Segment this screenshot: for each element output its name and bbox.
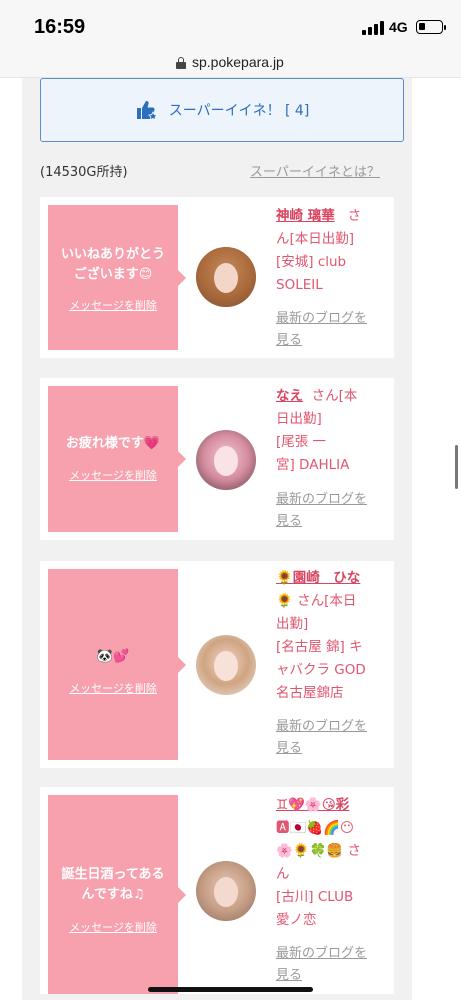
delete-message-link[interactable]: メッセージを削除: [48, 680, 178, 696]
latest-blog-link[interactable]: 最新のブログを 見る: [276, 308, 388, 352]
cast-name-link[interactable]: なえ: [276, 388, 303, 404]
super-like-button[interactable]: スーパーイイネ！ [ 4]: [40, 78, 404, 142]
message-line: 誕生日酒ってある: [61, 867, 165, 882]
delete-message-link[interactable]: メッセージを削除: [48, 467, 178, 483]
status-bar: 16:59 4G: [0, 0, 461, 48]
cast-info: 🌻園崎 ひな 🌻 さん[本日 出勤] [名古屋 錦] キ ャバクラ GOD 名古…: [276, 570, 366, 701]
cast-info: 神崎 璃華 さ ん[本日出勤] [安城] club SOLEIL: [276, 208, 362, 293]
message-line: ございます😊: [73, 267, 153, 282]
message-text: 🐼💕: [48, 647, 178, 667]
latest-blog-link[interactable]: 最新のブログを 見る: [276, 716, 388, 760]
thumbs-up-star-icon: [135, 99, 159, 121]
message-box: 誕生日酒ってある んですね♫ メッセージを削除: [48, 795, 186, 994]
cast-info: なえ さん[本 日出勤] [尾張 一 宮] DAHLIA: [276, 388, 358, 473]
avatar[interactable]: [196, 861, 256, 921]
cast-name-link[interactable]: 神崎 璃華: [276, 208, 335, 224]
message-box: いいねありがとう ございます😊 メッセージを削除: [48, 205, 186, 350]
home-indicator[interactable]: [148, 987, 313, 992]
avatar[interactable]: [196, 635, 256, 695]
status-time: 16:59: [34, 16, 86, 38]
like-card: 🐼💕 メッセージを削除 🌻園崎 ひな 🌻 さん[本日 出勤] [名古屋 錦] キ…: [40, 561, 394, 768]
lock-icon: [176, 57, 186, 69]
message-text: いいねありがとう ございます😊: [48, 245, 178, 285]
latest-blog-link[interactable]: 最新のブログを 見る: [276, 943, 388, 987]
message-box: 🐼💕 メッセージを削除: [48, 569, 186, 760]
super-like-help-link[interactable]: スーパーイイネとは？: [250, 161, 380, 180]
delete-message-link[interactable]: メッセージを削除: [48, 919, 178, 935]
like-card: いいねありがとう ございます😊 メッセージを削除 神崎 璃華 さ ん[本日出勤]…: [40, 197, 394, 358]
signal-icon: [362, 21, 384, 35]
message-line: お疲れ様です💗: [65, 436, 161, 451]
cast-info: ♊💖🌸😘彩 🅰🇯🇵🍓🌈😶 🌸🌻🍀🍔 さ ん [古川] CLUB 愛ノ恋: [276, 797, 362, 928]
scrollbar[interactable]: [455, 445, 458, 489]
message-line: 🐼💕: [96, 649, 130, 664]
cast-name-link[interactable]: 🌻園崎 ひな: [276, 570, 360, 586]
message-line: いいねありがとう: [60, 247, 165, 262]
message-text: 誕生日酒ってある んですね♫: [48, 865, 178, 905]
super-like-label: スーパーイイネ！ [ 4]: [168, 103, 310, 119]
network-type: 4G: [389, 19, 408, 35]
like-card: お疲れ様です💗 メッセージを削除 なえ さん[本 日出勤] [尾張 一 宮] D…: [40, 378, 394, 540]
url-bar[interactable]: sp.pokepara.jp: [0, 48, 461, 78]
cast-name-link[interactable]: ♊💖🌸😘彩: [276, 797, 349, 813]
message-text: お疲れ様です💗: [48, 434, 178, 454]
like-card: 誕生日酒ってある んですね♫ メッセージを削除 ♊💖🌸😘彩 🅰🇯🇵🍓🌈😶 🌸🌻🍀…: [40, 787, 394, 994]
battery-icon: [416, 20, 446, 34]
message-box: お疲れ様です💗 メッセージを削除: [48, 386, 186, 532]
gold-holding: (14530G所持): [40, 165, 128, 180]
message-line: んですね♫: [81, 887, 145, 902]
avatar[interactable]: [196, 247, 256, 307]
latest-blog-link[interactable]: 最新のブログを 見る: [276, 489, 388, 533]
avatar[interactable]: [196, 430, 256, 490]
url-text[interactable]: sp.pokepara.jp: [192, 54, 284, 70]
delete-message-link[interactable]: メッセージを削除: [48, 297, 178, 313]
